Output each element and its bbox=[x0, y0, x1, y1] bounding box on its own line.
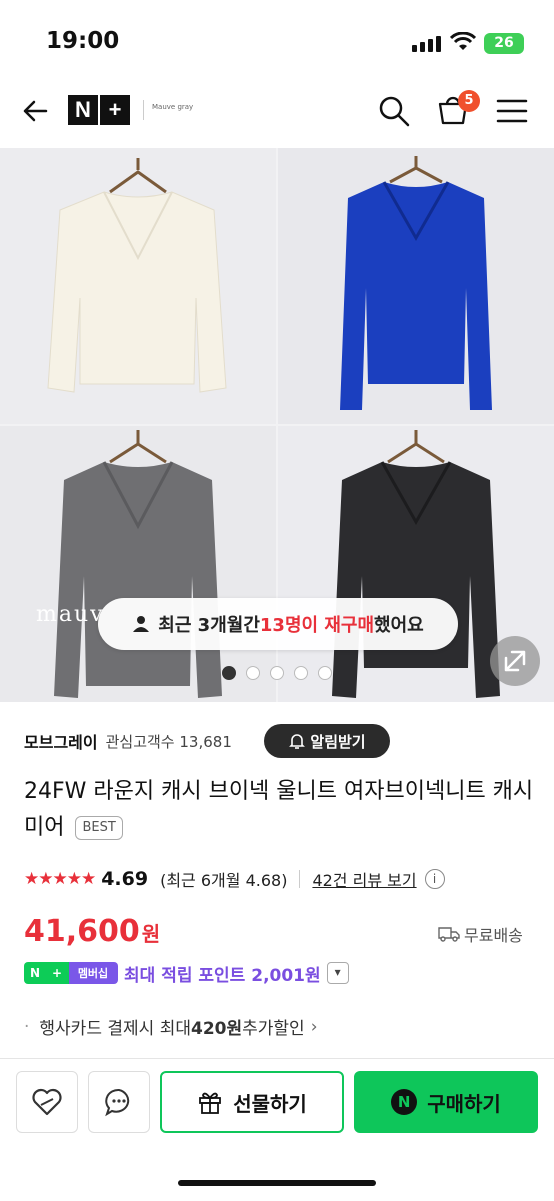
membership-row[interactable]: N + 멤버십 최대 적립 포인트 2,001원 ▾ bbox=[24, 960, 349, 986]
rating-score: 4.69 bbox=[101, 868, 149, 890]
carousel-dots[interactable] bbox=[222, 666, 332, 680]
discount-suffix: 추가할인 bbox=[242, 1019, 305, 1039]
store-followers: 관심고객수 13,681 bbox=[105, 732, 232, 751]
bullet-dot: · bbox=[24, 1016, 30, 1037]
info-icon[interactable]: i bbox=[424, 869, 445, 889]
buy-button[interactable]: N 구매하기 bbox=[354, 1071, 538, 1133]
product-title: 24FW 라운지 캐시 브이넥 울니트 여자브이넥니트 캐시미어 BEST bbox=[24, 774, 534, 846]
sweater-blue-image bbox=[278, 148, 554, 424]
shipping-label: 무료배송 bbox=[464, 926, 523, 945]
status-bar: 19:00 26 bbox=[0, 0, 554, 88]
top-nav: N + Mauve gray 5 bbox=[0, 88, 554, 148]
carousel-dot[interactable] bbox=[246, 666, 260, 680]
brand-name-small[interactable]: Mauve gray bbox=[152, 103, 193, 111]
price: 41,600 원 bbox=[24, 914, 160, 954]
gift-icon bbox=[199, 1092, 222, 1114]
badge-n: N bbox=[29, 966, 41, 980]
price-unit: 원 bbox=[141, 922, 161, 946]
heart-icon bbox=[32, 1088, 62, 1116]
search-icon[interactable] bbox=[378, 95, 410, 127]
logo-n: N bbox=[68, 95, 98, 125]
back-arrow-icon[interactable] bbox=[20, 96, 50, 126]
carousel-dot[interactable] bbox=[270, 666, 284, 680]
chevron-down-icon[interactable]: ▾ bbox=[326, 962, 349, 984]
nplus-logo[interactable]: N + bbox=[68, 95, 132, 125]
discount-amount: 420원 bbox=[190, 1019, 243, 1039]
naver-pay-icon: N bbox=[391, 1089, 418, 1115]
image-watermark: mauv bbox=[36, 602, 105, 627]
rating-stars: ★★★★★ bbox=[24, 869, 96, 889]
alarm-button[interactable]: 알림받기 bbox=[264, 724, 390, 758]
rating-recent: (최근 6개월 4.68) bbox=[160, 871, 288, 890]
truck-icon bbox=[438, 927, 460, 942]
popup-highlight: 13명이 재구매 bbox=[259, 615, 375, 636]
home-indicator bbox=[178, 1180, 376, 1186]
battery-icon: 26 bbox=[484, 33, 524, 54]
logo-divider bbox=[143, 100, 144, 120]
badge-member: 멤버십 bbox=[77, 967, 109, 980]
review-link[interactable]: 42건 리뷰 보기 bbox=[312, 867, 416, 891]
carousel-dot[interactable] bbox=[318, 666, 332, 680]
sweater-gray-image bbox=[0, 426, 276, 702]
product-image-carousel[interactable]: mauv 최근 3개월간 13명이 재구매 했어요 bbox=[0, 148, 554, 702]
badge-plus: + bbox=[51, 966, 63, 980]
price-amount: 41,600 bbox=[24, 914, 140, 949]
max-points-text: 최대 적립 포인트 2,001원 bbox=[124, 965, 321, 986]
sweater-ivory-image bbox=[0, 148, 276, 424]
logo-plus: + bbox=[100, 95, 130, 125]
expand-image-button[interactable] bbox=[490, 636, 540, 686]
wifi-icon bbox=[450, 32, 476, 50]
gift-label: 선물하기 bbox=[233, 1091, 307, 1116]
rating-row: ★★★★★ 4.69 (최근 6개월 4.68) 42건 리뷰 보기 i bbox=[24, 866, 445, 892]
nplus-membership-badge: N + 멤버십 bbox=[24, 962, 118, 984]
status-time: 19:00 bbox=[46, 28, 120, 54]
wishlist-button[interactable] bbox=[16, 1071, 78, 1133]
chat-bubble-icon bbox=[105, 1088, 130, 1117]
store-row: 모브그레이 관심고객수 13,681 알림받기 bbox=[24, 724, 390, 758]
hamburger-menu-icon[interactable] bbox=[496, 98, 528, 124]
person-icon bbox=[133, 616, 150, 632]
bell-plus-icon bbox=[289, 734, 306, 749]
carousel-dot[interactable] bbox=[294, 666, 308, 680]
buy-label: 구매하기 bbox=[427, 1091, 501, 1116]
popup-prefix: 최근 3개월간 bbox=[158, 615, 260, 636]
gift-button[interactable]: 선물하기 bbox=[160, 1071, 344, 1133]
chat-button[interactable] bbox=[88, 1071, 150, 1133]
cut-off-benefit-row bbox=[24, 1046, 544, 1058]
chevron-right-icon: › bbox=[310, 1016, 318, 1037]
shipping-info: 무료배송 bbox=[438, 922, 523, 946]
rating-divider bbox=[299, 870, 301, 888]
discount-prefix: 행사카드 결제시 최대 bbox=[39, 1019, 191, 1039]
signal-icon bbox=[412, 36, 441, 52]
card-discount-row[interactable]: · 행사카드 결제시 최대 420원 추가할인 › bbox=[24, 1014, 318, 1040]
store-name[interactable]: 모브그레이 bbox=[24, 729, 98, 753]
carousel-dot[interactable] bbox=[222, 666, 236, 680]
cart-count-badge: 5 bbox=[458, 90, 480, 112]
popup-suffix: 했어요 bbox=[374, 615, 424, 636]
repurchase-popup: 최근 3개월간 13명이 재구매 했어요 bbox=[98, 598, 458, 650]
best-badge: BEST bbox=[75, 816, 123, 840]
expand-icon bbox=[504, 650, 526, 672]
alarm-label: 알림받기 bbox=[310, 732, 366, 751]
